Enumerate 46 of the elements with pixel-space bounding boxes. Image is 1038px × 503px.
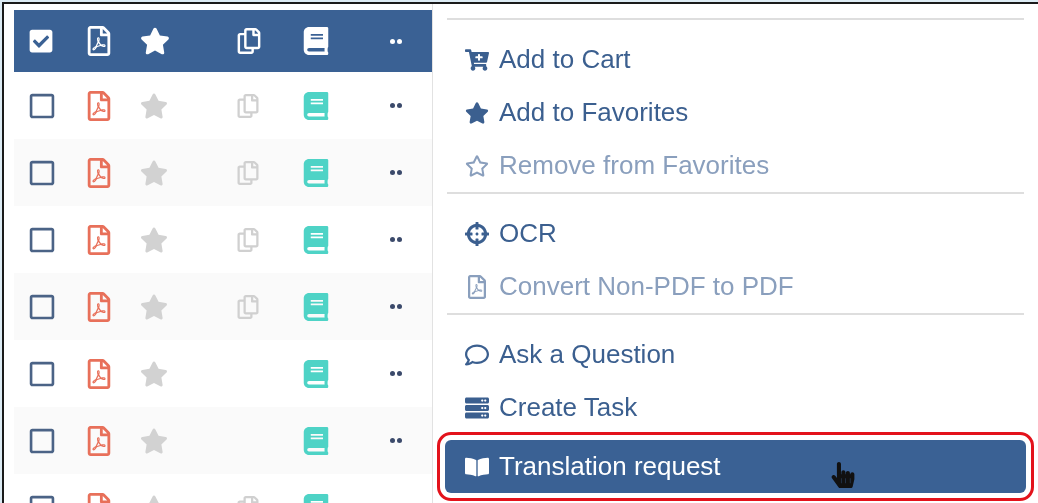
checkbox[interactable] (28, 292, 56, 321)
menu-item-icon (465, 47, 489, 72)
more-options-icon[interactable] (390, 438, 402, 443)
menu-item-icon (465, 274, 489, 299)
book-icon[interactable] (302, 292, 330, 321)
menu-item-icon (465, 342, 489, 367)
star-icon[interactable] (140, 91, 168, 120)
copies-icon[interactable] (236, 227, 260, 252)
hand-pointer-icon (830, 462, 856, 488)
book-icon[interactable] (302, 158, 330, 187)
star-icon[interactable] (140, 158, 168, 187)
copies-icon[interactable] (236, 294, 260, 319)
more-options-icon[interactable] (390, 371, 402, 376)
star-icon[interactable] (140, 426, 168, 455)
checkbox[interactable] (28, 28, 54, 54)
menu-item[interactable]: Add to Favorites (445, 86, 1026, 139)
star-icon (140, 26, 170, 56)
checkbox[interactable] (28, 426, 56, 455)
menu-item-icon (465, 153, 489, 178)
book-icon[interactable] (302, 225, 330, 254)
star-icon[interactable] (140, 225, 168, 254)
checkbox[interactable] (28, 359, 56, 388)
star-icon[interactable] (140, 359, 168, 388)
menu-item[interactable]: OCR (445, 207, 1026, 260)
menu-item[interactable]: Add to Cart (445, 33, 1026, 86)
book-icon (302, 27, 330, 55)
menu-item-icon (465, 221, 489, 246)
copies-icon (236, 28, 262, 54)
star-icon[interactable] (140, 292, 168, 321)
more-options-icon[interactable] (390, 304, 402, 309)
more-options-icon[interactable] (390, 237, 402, 242)
copies-icon[interactable] (236, 160, 260, 185)
more-options-icon[interactable] (390, 38, 402, 44)
menu-item-icon (465, 100, 489, 125)
book-icon[interactable] (302, 91, 330, 120)
more-options-icon[interactable] (390, 103, 402, 108)
menu-item-icon (465, 395, 489, 420)
checkbox[interactable] (28, 91, 56, 120)
menu-item[interactable]: Create Task (445, 381, 1026, 434)
menu-item[interactable]: Ask a Question (445, 328, 1026, 381)
copies-icon[interactable] (236, 93, 260, 118)
book-icon[interactable] (302, 426, 330, 455)
book-icon[interactable] (302, 359, 330, 388)
more-options-icon[interactable] (390, 170, 402, 175)
checkbox[interactable] (28, 158, 56, 187)
checkbox[interactable] (28, 225, 56, 254)
